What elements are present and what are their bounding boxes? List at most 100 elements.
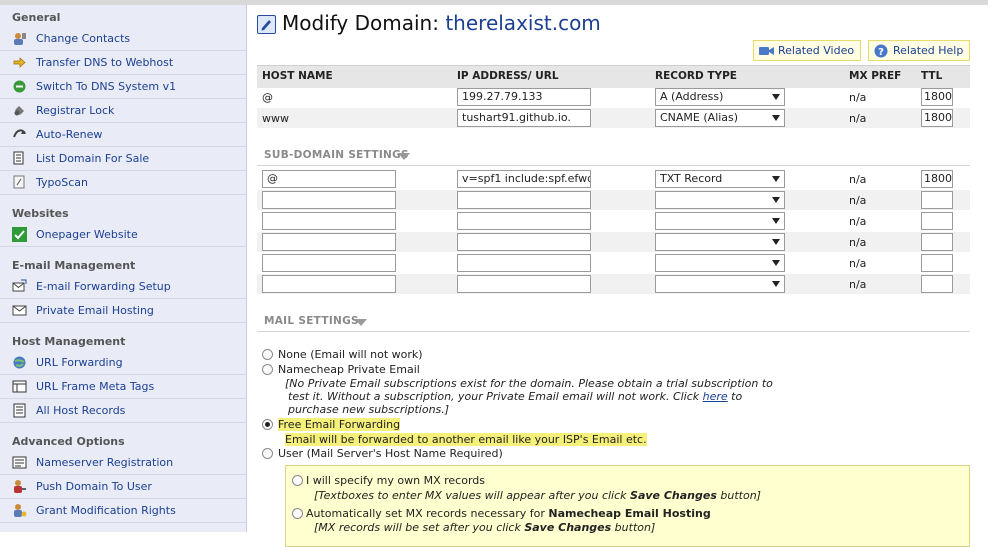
ip-address-input[interactable]: [457, 212, 591, 230]
chevron-down-icon: [772, 239, 780, 245]
ip-address-input[interactable]: tushart91.github.io.: [457, 109, 591, 127]
radio-user-mail[interactable]: [262, 448, 273, 459]
record-type-select[interactable]: TXT Record: [655, 170, 785, 188]
record-type-select[interactable]: CNAME (Alias): [655, 109, 785, 127]
related-video-button[interactable]: Related Video: [753, 40, 862, 61]
record-type-value: A (Address): [660, 90, 724, 103]
purchase-here-link[interactable]: here: [703, 390, 728, 403]
chevron-down-icon: [772, 94, 780, 100]
related-help-button[interactable]: ? Related Help: [868, 40, 971, 61]
sidebar-item-label: URL Frame Meta Tags: [36, 380, 155, 393]
host-name-input[interactable]: [262, 212, 396, 230]
table-row: @199.27.79.133 A (Address) n/a 1800: [257, 87, 970, 107]
ip-address-input[interactable]: [457, 254, 591, 272]
sidebar-item-onepager-website[interactable]: Onepager Website: [0, 223, 246, 247]
sidebar-item-auto-renew[interactable]: Auto-Renew: [0, 123, 246, 147]
nameserver-icon: [12, 455, 27, 470]
ttl-input[interactable]: [921, 275, 953, 293]
mx-pref-value: n/a: [849, 194, 867, 207]
sidebar-item-push-domain-to-user[interactable]: Push Domain To User: [0, 475, 246, 499]
subdomain-settings-title: SUB-DOMAIN SETTINGS: [264, 149, 409, 161]
sidebar-item-all-host-records[interactable]: All Host Records: [0, 399, 246, 423]
chevron-down-icon: [398, 153, 410, 160]
mx-pref-value: n/a: [849, 112, 867, 125]
sidebar-item-transfer-dns-to-webhost[interactable]: Transfer DNS to Webhost: [0, 51, 246, 75]
table-row: n/a: [257, 274, 970, 294]
frame-icon: [12, 379, 27, 394]
host-name-input[interactable]: [262, 233, 396, 251]
private-note-line-2-end: to: [727, 390, 743, 403]
sidebar-item-private-email-hosting[interactable]: Private Email Hosting: [0, 299, 246, 323]
host-name-value: www: [262, 112, 289, 125]
host-name-input[interactable]: [262, 191, 396, 209]
record-type-select[interactable]: [655, 254, 785, 272]
radio-mx-auto[interactable]: [292, 508, 303, 519]
sidebar-item-e-mail-forwarding-setup[interactable]: E-mail Forwarding Setup: [0, 275, 246, 299]
contacts-icon: [12, 31, 27, 46]
mail-forwarding-label: Free Email Forwarding: [278, 418, 401, 431]
ttl-input[interactable]: [921, 212, 953, 230]
record-type-select[interactable]: [655, 212, 785, 230]
sidebar-item-label: All Host Records: [36, 404, 126, 417]
radio-email-forwarding[interactable]: [262, 419, 273, 430]
ip-address-input[interactable]: v=spf1 include:spf.efwd: [457, 170, 591, 188]
record-type-select[interactable]: A (Address): [655, 88, 785, 106]
mx-own-label: I will specify my own MX records: [306, 474, 485, 487]
sidebar-item-nameserver-registration[interactable]: Nameserver Registration: [0, 451, 246, 475]
host-name-input[interactable]: [262, 275, 396, 293]
ip-address-input[interactable]: 199.27.79.133: [457, 88, 591, 106]
sidebar-item-url-frame-meta-tags[interactable]: URL Frame Meta Tags: [0, 375, 246, 399]
mx-pref-value: n/a: [849, 91, 867, 104]
sidebar-item-registrar-lock[interactable]: Registrar Lock: [0, 99, 246, 123]
table-row: n/a: [257, 190, 970, 210]
ttl-input[interactable]: 1800: [921, 170, 953, 188]
sidebar-item-label: Registrar Lock: [36, 104, 115, 117]
mx-auto-label: Automatically set MX records necessary f…: [306, 507, 711, 520]
mx-pref-value: n/a: [849, 257, 867, 270]
ip-address-input[interactable]: [457, 275, 591, 293]
mx-pref-value: n/a: [849, 236, 867, 249]
sidebar-item-change-contacts[interactable]: Change Contacts: [0, 27, 246, 51]
record-type-select[interactable]: [655, 233, 785, 251]
chevron-down-icon: [772, 218, 780, 224]
chevron-down-icon: [772, 260, 780, 266]
sidebar-item-url-forwarding[interactable]: URL Forwarding: [0, 351, 246, 375]
table-row: n/a: [257, 253, 970, 273]
subdomain-settings-toggle[interactable]: SUB-DOMAIN SETTINGS: [257, 145, 970, 166]
mx-pref-value: n/a: [849, 173, 867, 186]
record-type-select[interactable]: [655, 191, 785, 209]
sidebar-item-typoscan[interactable]: TypoScan: [0, 171, 246, 195]
col-host-name: HOST NAME: [262, 70, 333, 82]
rights-icon: [12, 503, 27, 518]
sidebar-item-switch-to-dns-system-v1[interactable]: Switch To DNS System v1: [0, 75, 246, 99]
ttl-input[interactable]: 1800: [921, 109, 953, 127]
radio-private-email[interactable]: [262, 364, 273, 375]
sidebar-item-label: Switch To DNS System v1: [36, 80, 177, 93]
col-ttl: TTL: [921, 70, 943, 82]
table-row: @ v=spf1 include:spf.efwd TXT Record n/a 180…: [257, 169, 970, 189]
sidebar-item-label: Private Email Hosting: [36, 304, 154, 317]
sidebar-item-grant-modification-rights[interactable]: Grant Modification Rights: [0, 499, 246, 523]
ttl-input[interactable]: [921, 191, 953, 209]
typoscan-icon: [12, 175, 27, 190]
ttl-input[interactable]: [921, 233, 953, 251]
radio-none[interactable]: [262, 349, 273, 360]
ip-address-input[interactable]: [457, 233, 591, 251]
video-camera-icon: [759, 44, 774, 57]
checkmark-icon: [12, 227, 27, 242]
host-name-input[interactable]: @: [262, 170, 396, 188]
renew-icon: [12, 127, 27, 142]
record-type-select[interactable]: [655, 275, 785, 293]
col-mx-pref: MX PREF: [849, 70, 902, 82]
sidebar-item-label: Auto-Renew: [36, 128, 103, 141]
sidebar-item-list-domain-for-sale[interactable]: List Domain For Sale: [0, 147, 246, 171]
sidebar-section-title: Host Management: [12, 335, 126, 348]
ttl-input[interactable]: [921, 254, 953, 272]
ip-address-input[interactable]: [457, 191, 591, 209]
mail-icon: [12, 303, 27, 318]
sidebar-section-title: E-mail Management: [12, 259, 136, 272]
host-name-input[interactable]: [262, 254, 396, 272]
ttl-input[interactable]: 1800: [921, 88, 953, 106]
radio-mx-own[interactable]: [292, 475, 303, 486]
mail-settings-toggle[interactable]: MAIL SETTINGS: [257, 311, 970, 332]
